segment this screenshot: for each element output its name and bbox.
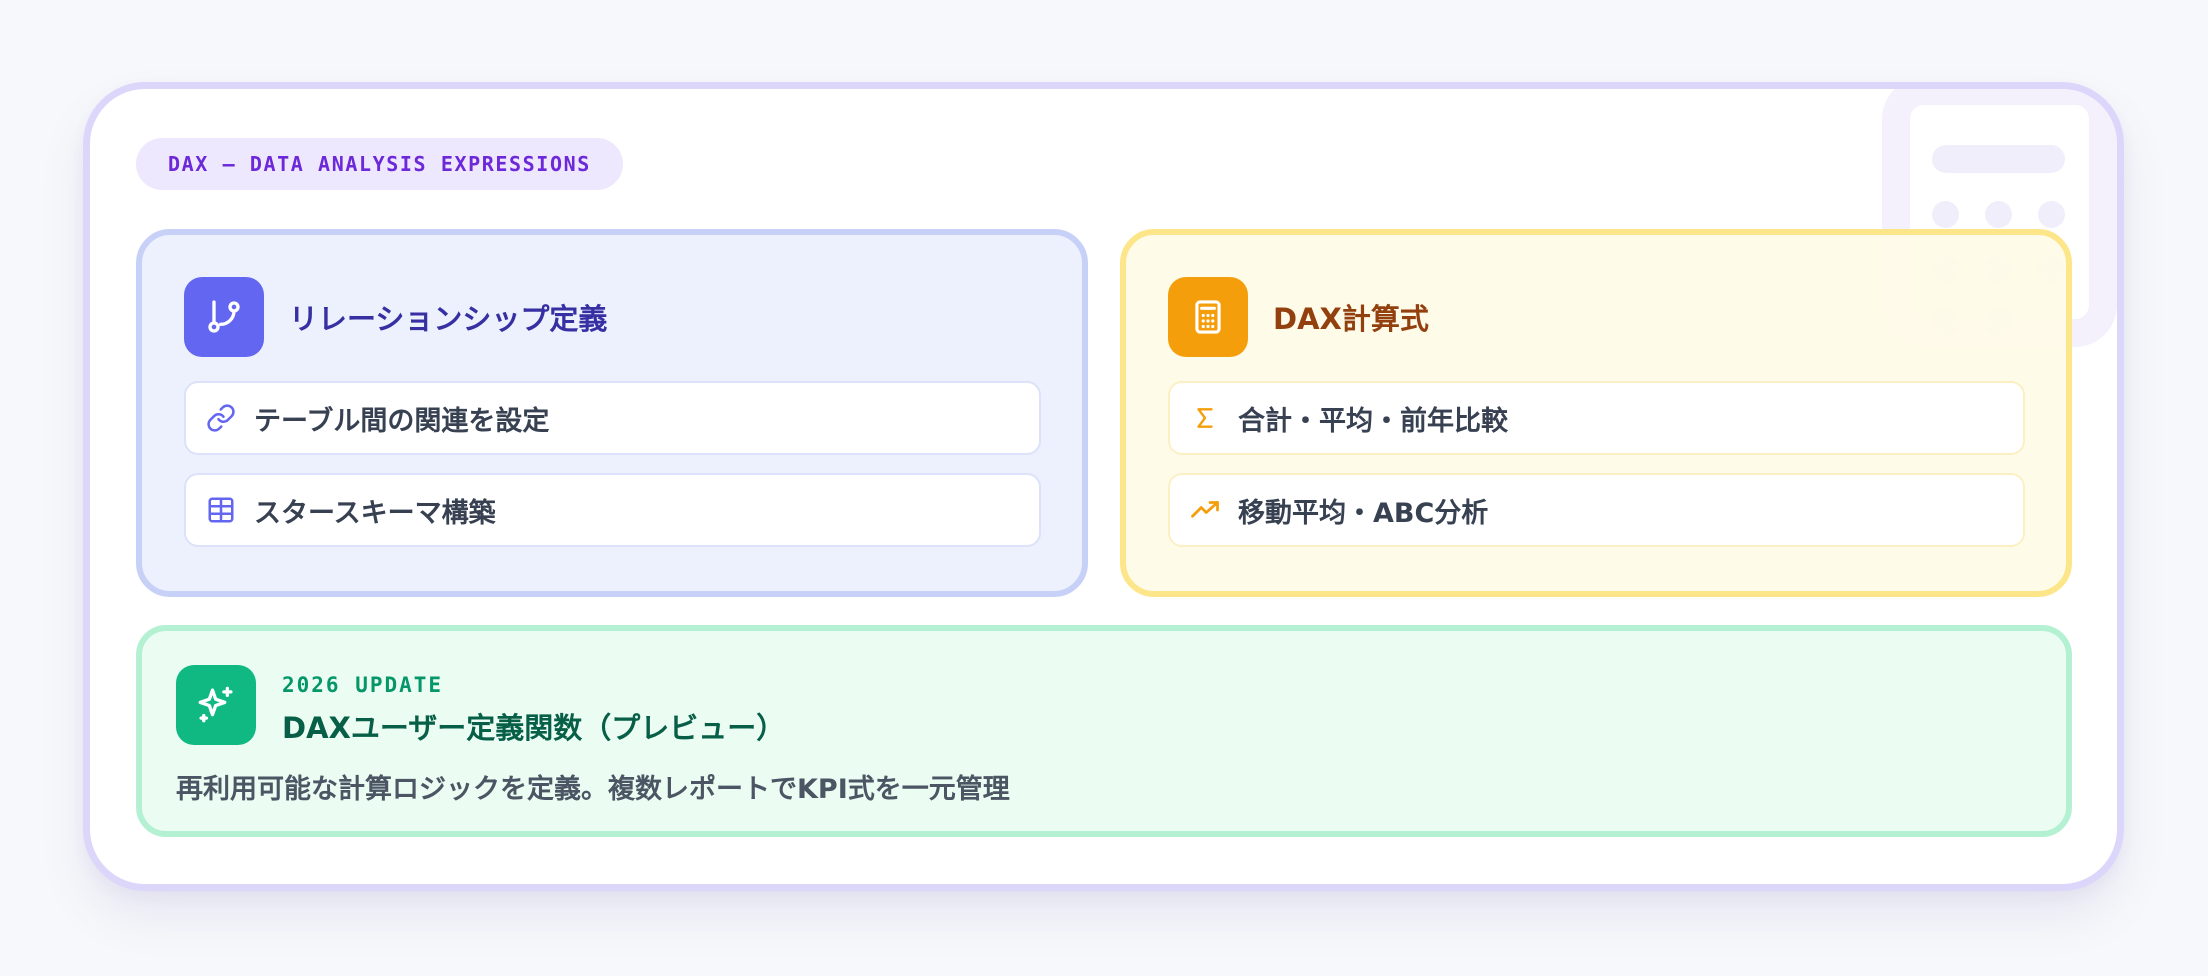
relationship-card: リレーションシップ定義 テーブル間の関連を設定 スタースキーマ構築 bbox=[136, 229, 1088, 597]
dax-overview-panel: DAX — DATA ANALYSIS EXPRESSIONS リレーションシッ… bbox=[83, 82, 2124, 891]
list-item: スタースキーマ構築 bbox=[184, 473, 1041, 547]
update-description: 再利用可能な計算ロジックを定義。複数レポートでKPI式を一元管理 bbox=[176, 774, 1010, 805]
sparkles-icon bbox=[176, 665, 256, 745]
git-branch-icon bbox=[184, 277, 264, 357]
list-item: テーブル間の関連を設定 bbox=[184, 381, 1041, 455]
section-tag: DAX — DATA ANALYSIS EXPRESSIONS bbox=[136, 138, 623, 190]
list-item: 合計・平均・前年比較 bbox=[1168, 381, 2025, 455]
list-item: 移動平均・ABC分析 bbox=[1168, 473, 2025, 547]
relationship-card-header: リレーションシップ定義 bbox=[184, 277, 607, 357]
list-item-label: 合計・平均・前年比較 bbox=[1238, 405, 1508, 437]
list-item-label: 移動平均・ABC分析 bbox=[1238, 497, 1489, 529]
calculator-icon bbox=[1168, 277, 1248, 357]
sigma-icon bbox=[1188, 401, 1222, 435]
update-banner: 2026 UPDATE DAXユーザー定義関数（プレビュー） 再利用可能な計算ロ… bbox=[136, 625, 2072, 837]
table-icon bbox=[204, 493, 238, 527]
relationship-card-title: リレーションシップ定義 bbox=[289, 302, 608, 336]
link-icon bbox=[204, 401, 238, 435]
trending-up-icon bbox=[1188, 493, 1222, 527]
list-item-label: スタースキーマ構築 bbox=[254, 497, 496, 529]
dax-formula-card: DAX計算式 合計・平均・前年比較 移動平均・ABC分析 bbox=[1120, 229, 2072, 597]
dax-card-title: DAX計算式 bbox=[1273, 302, 1429, 336]
update-title: DAXユーザー定義関数（プレビュー） bbox=[282, 711, 786, 745]
list-item-label: テーブル間の関連を設定 bbox=[254, 405, 550, 437]
update-kicker: 2026 UPDATE bbox=[282, 673, 444, 697]
dax-card-header: DAX計算式 bbox=[1168, 277, 1429, 357]
